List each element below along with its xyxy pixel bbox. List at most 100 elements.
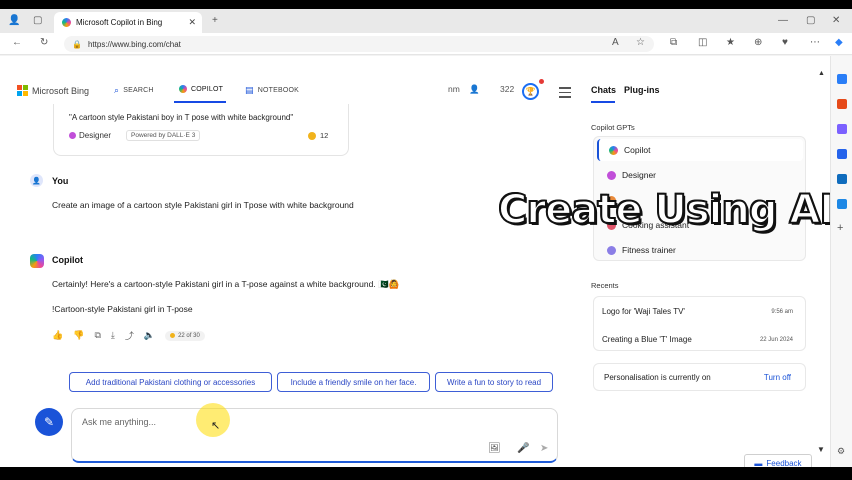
recent-chat-time: 9:56 am [771, 309, 793, 315]
nav-notebook[interactable]: ▤ NOTEBOOK [245, 85, 299, 96]
recent-chat-time: 22 Jun 2024 [759, 337, 793, 343]
copilot-icon [609, 145, 618, 155]
nav-copilot-label: COPILOT [191, 85, 224, 93]
site-info-icon[interactable]: 🔒 [72, 40, 82, 49]
microphone-icon[interactable]: 🎤 [517, 443, 529, 454]
minimize-button[interactable]: — [778, 15, 788, 26]
boost-coin-icon [308, 131, 316, 140]
new-topic-button[interactable]: ✎ [35, 408, 63, 436]
scroll-up-arrow-icon[interactable]: ▲ [818, 70, 825, 77]
bot-message: Certainly! Here's a cartoon-style Pakist… [52, 279, 400, 289]
favorites-icon[interactable]: ★ [726, 37, 735, 48]
designer-icon [69, 132, 76, 139]
sidebar-search-icon[interactable] [837, 74, 847, 84]
new-topic-icon: ✎ [43, 415, 55, 429]
split-screen-icon[interactable]: ◫ [698, 37, 707, 48]
personalisation-text: Personalisation is currently on [604, 373, 711, 382]
recent-chat-title[interactable]: Creating a Blue 'T' Image [602, 335, 692, 344]
designer-icon [607, 170, 616, 180]
gpt-item-designer[interactable]: Designer [597, 164, 803, 186]
suggestion-chip[interactable]: Write a fun to story to read [435, 372, 553, 392]
image-upload-icon[interactable]: 🖼 [488, 443, 501, 454]
powered-by-badge: Powered by DALL·E 3 [126, 130, 201, 141]
sidebar-games-icon[interactable] [837, 149, 847, 159]
copilot-gpts-label: Copilot GPTs [591, 123, 635, 132]
mouse-cursor-icon: ↖ [211, 420, 221, 432]
extensions-icon[interactable]: ⧉ [670, 37, 677, 48]
nav-copilot[interactable]: COPILOT [179, 85, 223, 93]
edge-sidebar: + ⚙ [830, 56, 852, 467]
rewards-trophy-icon[interactable]: 🏆 [522, 83, 539, 100]
close-window-button[interactable]: ✕ [832, 15, 840, 26]
sidebar-outlook-icon[interactable] [837, 174, 847, 184]
user-avatar-icon: 👤 [30, 174, 43, 187]
profile-icon[interactable]: 👤 [8, 15, 20, 26]
active-tab-underline [591, 101, 615, 103]
maximize-button[interactable]: ▢ [806, 15, 815, 26]
chat-input[interactable] [82, 417, 382, 427]
recents-list: Logo for 'Waji Tales TV' 9:56 am Creatin… [593, 296, 806, 351]
thumbs-down-icon[interactable]: 👎 [73, 330, 84, 341]
more-menu-icon[interactable]: ⋯ [810, 37, 820, 48]
browser-essentials-icon[interactable]: ♥ [782, 37, 788, 48]
read-aloud-icon[interactable]: A [612, 37, 619, 48]
suggestion-chip[interactable]: Include a friendly smile on her face. [277, 372, 430, 392]
chat-composer: 🖼 🎤 ➤ [71, 408, 558, 463]
copy-icon[interactable]: ⧉ [94, 330, 100, 341]
feedback-button[interactable]: ▬ Feedback [744, 454, 812, 467]
refresh-icon[interactable]: ↻ [40, 37, 48, 48]
copilot-sidebar-icon[interactable]: ◆ [835, 37, 843, 48]
new-tab-button[interactable]: + [212, 15, 218, 26]
gpt-item-label: Copilot [624, 145, 651, 155]
nav-search[interactable]: ⌕ SEARCH [114, 85, 154, 96]
tab-actions-icon[interactable]: ▢ [33, 15, 42, 26]
recent-chat-title[interactable]: Logo for 'Waji Tales TV' [602, 307, 685, 316]
microsoft-bing-logo[interactable]: Microsoft Bing [17, 85, 89, 96]
export-icon[interactable]: ⤓ [111, 330, 115, 341]
gpt-item-copilot[interactable]: Copilot [597, 139, 803, 161]
counter-dot-icon [170, 333, 176, 338]
feedback-label: Feedback [766, 458, 802, 468]
thumbs-up-icon[interactable]: 👍 [52, 330, 63, 341]
gpt-item-label: Designer [622, 170, 657, 180]
gpt-item-label: Fitness trainer [622, 245, 676, 255]
sidebar-settings-icon[interactable]: ⚙ [837, 446, 845, 457]
tab-chats[interactable]: Chats [591, 85, 616, 95]
favorite-star-icon[interactable]: ☆ [636, 37, 645, 48]
sidebar-add-icon[interactable]: + [837, 222, 843, 234]
speaker-icon[interactable]: 🔈 [144, 330, 155, 341]
copilot-icon [179, 85, 187, 93]
designer-link[interactable]: Designer [69, 131, 111, 140]
image-alt-text: !Cartoon-style Pakistani girl in T-pose [52, 304, 193, 314]
message-actions: 👍 👎 ⧉ ⤓ ⤴ 🔈 22 of 30 [52, 329, 205, 342]
sidebar-shopping-icon[interactable] [837, 99, 847, 109]
close-tab-icon[interactable]: ✕ [188, 17, 196, 28]
user-avatar-icon[interactable]: 👤 [469, 84, 480, 95]
copilot-favicon-icon [62, 18, 71, 27]
browser-tab[interactable]: Microsoft Copilot in Bing ✕ [54, 12, 202, 33]
sidebar-tools-icon[interactable] [837, 124, 847, 134]
collections-icon[interactable]: ⊕ [754, 37, 762, 48]
notification-dot [539, 79, 544, 84]
turn-counter: 22 of 30 [165, 330, 205, 341]
send-icon[interactable]: ➤ [540, 443, 548, 454]
microsoft-logo-icon [17, 85, 28, 96]
turn-off-link[interactable]: Turn off [764, 373, 791, 382]
user-message: Create an image of a cartoon style Pakis… [52, 200, 354, 210]
hamburger-menu-icon[interactable] [559, 87, 571, 101]
back-icon[interactable]: ← [12, 37, 22, 48]
scroll-down-arrow-icon[interactable]: ▼ [817, 445, 825, 454]
designer-label: Designer [79, 131, 112, 140]
user-name: You [52, 176, 69, 186]
gpt-item-fitness[interactable]: Fitness trainer [597, 239, 803, 261]
tab-title: Microsoft Copilot in Bing [76, 18, 163, 27]
bot-name: Copilot [52, 255, 83, 265]
suggestion-chip[interactable]: Add traditional Pakistani clothing or ac… [69, 372, 272, 392]
search-icon: ⌕ [114, 85, 120, 95]
rewards-points[interactable]: 322 [500, 84, 514, 94]
share-icon[interactable]: ⤴ [125, 329, 134, 342]
tab-plugins[interactable]: Plug-ins [624, 85, 660, 95]
sidebar-drop-icon[interactable] [837, 199, 847, 209]
address-bar[interactable]: 🔒 https://www.bing.com/chat [64, 36, 654, 52]
user-initials[interactable]: nm [448, 84, 460, 94]
